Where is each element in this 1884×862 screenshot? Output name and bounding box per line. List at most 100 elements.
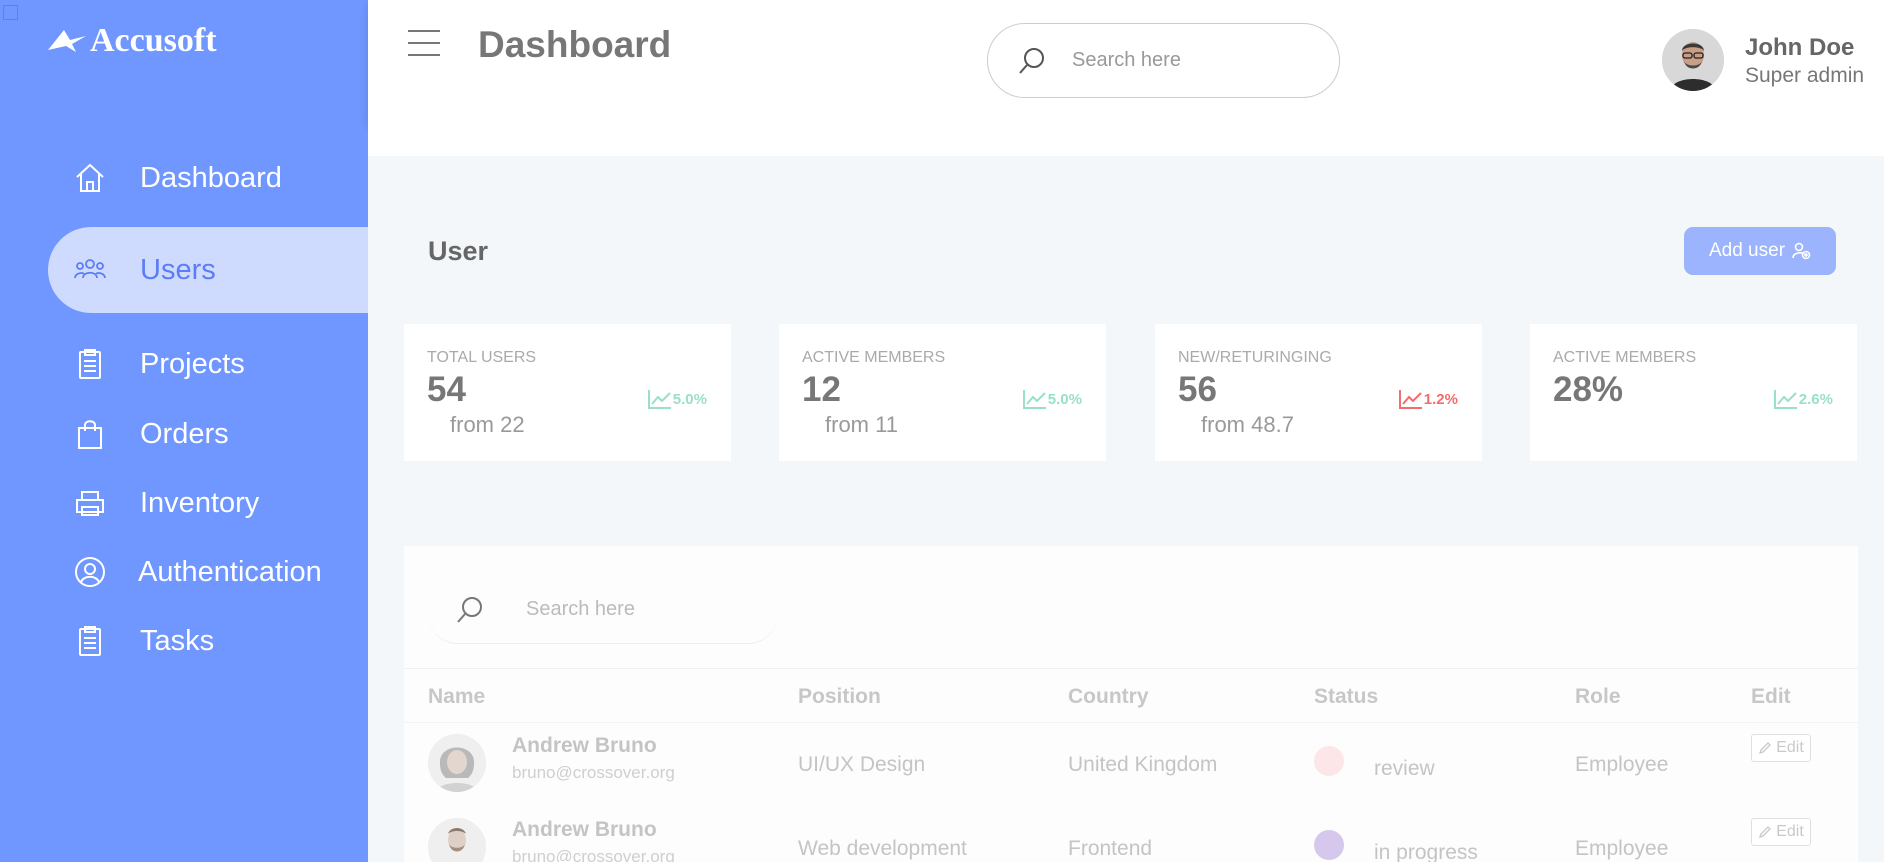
sidebar-item-label: Users — [140, 253, 216, 286]
sidebar-item-label: Projects — [140, 347, 245, 380]
sidebar-item-label: Dashboard — [140, 161, 282, 194]
row-status: review — [1374, 757, 1435, 780]
sidebar-item-projects[interactable]: Projects — [0, 334, 368, 394]
users-icon — [72, 252, 108, 288]
sidebar-item-dashboard[interactable]: Dashboard — [0, 148, 368, 208]
add-user-button[interactable]: Add user — [1684, 227, 1836, 275]
shopping-bag-icon — [72, 416, 108, 452]
add-user-label: Add user — [1708, 240, 1786, 261]
stat-label: NEW/RETURINGING — [1178, 349, 1332, 366]
user-name: John Doe — [1745, 34, 1855, 61]
brand-bird-icon — [48, 30, 86, 52]
users-table-card: Name Position Country Status Role Edit A… — [404, 546, 1858, 862]
search-icon — [457, 596, 482, 623]
column-header-position[interactable]: Position — [798, 685, 881, 709]
content-top-strip — [368, 122, 1884, 156]
column-header-role[interactable]: Role — [1575, 685, 1621, 709]
row-email: bruno@crossover.org — [512, 763, 675, 782]
column-header-status[interactable]: Status — [1314, 685, 1378, 709]
user-role: Super admin — [1745, 64, 1865, 87]
brand-name: Accusoft — [90, 22, 217, 59]
row-name: Andrew Bruno — [512, 818, 657, 841]
row-email: bruno@crossover.org — [512, 847, 675, 862]
menu-toggle-button[interactable] — [408, 30, 440, 56]
edit-button[interactable]: Edit — [1751, 818, 1811, 846]
printer-icon — [72, 485, 108, 521]
trend-up-icon — [1773, 390, 1797, 409]
pencil-icon — [1759, 826, 1772, 839]
user-avatar[interactable] — [1662, 29, 1724, 91]
stat-value: 56 — [1178, 370, 1217, 409]
sidebar-item-label: Inventory — [140, 486, 260, 519]
stat-trend-value: 5.0% — [1047, 390, 1082, 408]
stat-trend: 1.2% — [1398, 388, 1458, 410]
table-search-input[interactable] — [526, 598, 766, 621]
page-title: Dashboard — [478, 24, 672, 65]
status-dot — [1314, 746, 1344, 776]
status-dot — [1314, 830, 1344, 860]
row-status: in progress — [1374, 841, 1478, 862]
top-header: Dashboard John Doe Super admin — [368, 0, 1884, 122]
corner-box — [3, 5, 18, 20]
stat-card-new-returning: NEW/RETURINGING 56 from 48.7 1.2% — [1155, 324, 1482, 461]
sidebar-item-label: Orders — [140, 417, 229, 450]
stat-sub: from 22 — [450, 412, 525, 437]
table-divider — [404, 668, 1858, 669]
header-search[interactable] — [987, 23, 1340, 98]
search-icon — [1019, 47, 1044, 74]
stat-trend-value: 2.6% — [1798, 390, 1833, 408]
stat-sub: from 48.7 — [1201, 412, 1294, 437]
home-icon — [72, 160, 108, 196]
stat-value: 28% — [1553, 370, 1624, 409]
row-name: Andrew Bruno — [512, 734, 657, 757]
column-header-country[interactable]: Country — [1068, 685, 1149, 709]
add-user-icon — [1792, 242, 1811, 260]
stat-sub: from 11 — [825, 412, 898, 437]
stat-value: 54 — [427, 370, 466, 409]
row-avatar — [428, 818, 486, 862]
stat-value: 12 — [802, 370, 841, 409]
stat-card-active-members: ACTIVE MEMBERS 12 from 11 5.0% — [779, 324, 1106, 461]
edit-button-label: Edit — [1776, 823, 1804, 840]
row-position: Web development — [798, 837, 967, 860]
stat-trend: 5.0% — [1022, 388, 1082, 410]
stat-label: ACTIVE MEMBERS — [802, 349, 946, 366]
sidebar-item-inventory[interactable]: Inventory — [0, 473, 368, 533]
sidebar-item-users[interactable]: Users — [48, 227, 368, 313]
sidebar-item-authentication[interactable]: Authentication — [0, 542, 368, 602]
trend-up-icon — [1022, 390, 1046, 409]
pencil-icon — [1759, 742, 1772, 755]
stat-trend: 2.6% — [1773, 388, 1833, 410]
brand-logo[interactable]: Accusoft — [46, 22, 217, 60]
edit-button-label: Edit — [1776, 739, 1804, 756]
header-search-input[interactable] — [1072, 49, 1312, 72]
row-position: UI/UX Design — [798, 753, 926, 776]
stat-card-total-users: TOTAL USERS 54 from 22 5.0% — [404, 324, 731, 461]
clipboard-icon — [72, 346, 108, 382]
stat-card-active-members-rate: ACTIVE MEMBERS 28% 2.6% — [1530, 324, 1857, 461]
sidebar-item-label: Tasks — [140, 624, 215, 657]
sidebar-item-tasks[interactable]: Tasks — [0, 611, 368, 671]
user-circle-icon — [72, 554, 108, 590]
sidebar-item-label: Authentication — [138, 555, 322, 588]
stat-label: ACTIVE MEMBERS — [1553, 349, 1697, 366]
section-title: User — [428, 236, 489, 266]
stat-label: TOTAL USERS — [427, 349, 537, 366]
row-country: United Kingdom — [1068, 753, 1218, 776]
column-header-edit[interactable]: Edit — [1751, 685, 1791, 709]
sidebar-item-orders[interactable]: Orders — [0, 404, 368, 464]
stat-trend-value: 1.2% — [1423, 390, 1458, 408]
stat-trend-value: 5.0% — [672, 390, 707, 408]
row-role: Employee — [1575, 837, 1669, 860]
row-country: Frontend — [1068, 837, 1153, 860]
sidebar: Accusoft Dashboard Users Projects Orders… — [0, 0, 368, 862]
row-role: Employee — [1575, 753, 1669, 776]
trend-down-icon — [1398, 390, 1422, 409]
trend-up-icon — [647, 390, 671, 409]
edit-button[interactable]: Edit — [1751, 734, 1811, 762]
column-header-name[interactable]: Name — [428, 685, 485, 709]
table-search[interactable] — [428, 576, 778, 644]
clipboard-icon — [72, 623, 108, 659]
row-avatar — [428, 734, 486, 792]
row-divider — [404, 722, 1858, 723]
